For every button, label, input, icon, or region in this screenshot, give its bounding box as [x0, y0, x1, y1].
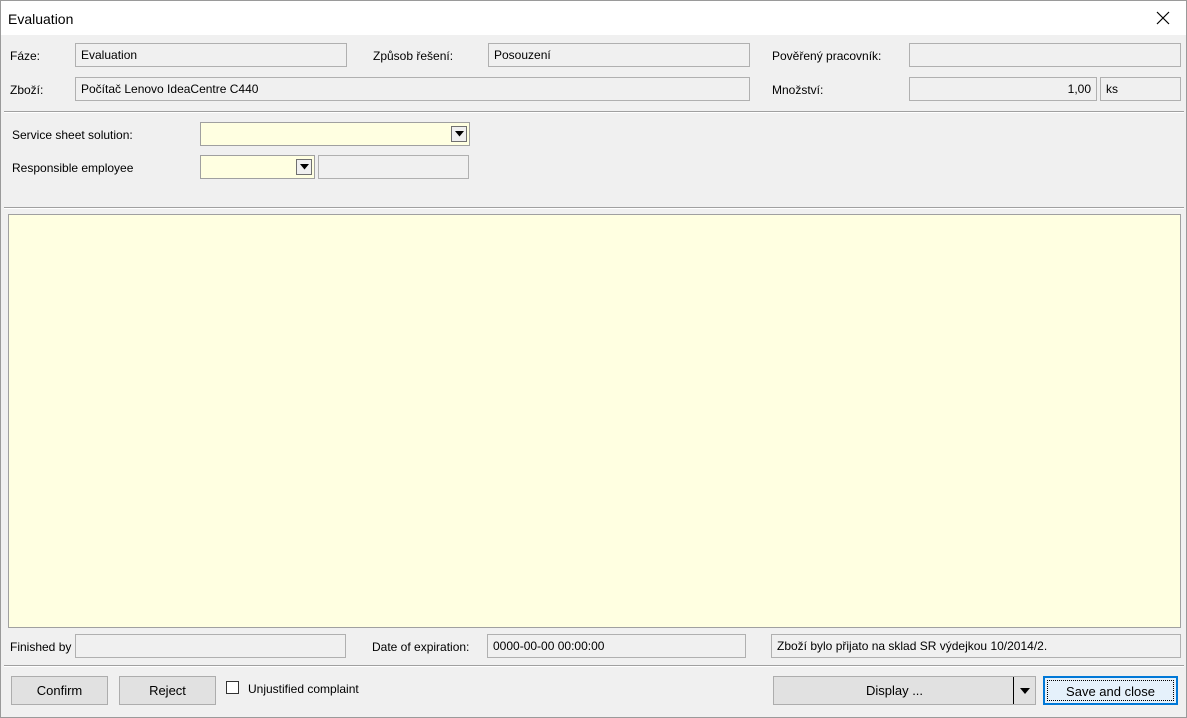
phase-label: Fáze:: [10, 49, 41, 63]
goods-field: Počítač Lenovo IdeaCentre C440: [75, 77, 750, 101]
phase-field: Evaluation: [75, 43, 347, 67]
unjustified-complaint-label[interactable]: Unjustified complaint: [248, 682, 359, 696]
separator: [4, 111, 1184, 113]
expiration-label: Date of expiration:: [372, 640, 470, 654]
quantity-field: 1,00: [909, 77, 1097, 101]
solution-dropdown-button[interactable]: [451, 126, 467, 142]
display-dropdown-arrow[interactable]: [1013, 677, 1035, 704]
quantity-label: Množství:: [772, 83, 824, 97]
assigned-worker-field: [909, 43, 1181, 67]
close-icon: [1156, 11, 1170, 25]
title-bar: Evaluation: [1, 1, 1186, 35]
chevron-down-icon: [300, 164, 309, 170]
window-title: Evaluation: [8, 11, 74, 27]
employee-label: Responsible employee: [12, 161, 134, 175]
notes-textarea[interactable]: [8, 214, 1181, 628]
assigned-worker-label: Pověřený pracovník:: [772, 49, 882, 63]
finished-by-label: Finished by: [10, 640, 72, 654]
display-button-label: Display ...: [865, 683, 924, 698]
unjustified-complaint-checkbox[interactable]: [226, 681, 239, 694]
employee-combo[interactable]: [200, 155, 315, 179]
finished-by-field: [75, 634, 346, 658]
save-and-close-label: Save and close: [1047, 680, 1174, 701]
confirm-button[interactable]: Confirm: [11, 676, 108, 705]
employee-dropdown-button[interactable]: [296, 159, 312, 175]
solution-combo[interactable]: [200, 122, 470, 146]
employee-name-field: [318, 155, 469, 179]
goods-label: Zboží:: [10, 83, 44, 97]
unit-field: ks: [1100, 77, 1181, 101]
evaluation-window: Evaluation Fáze: Evaluation Způsob řešen…: [0, 0, 1187, 718]
expiration-field: 0000-00-00 00:00:00: [487, 634, 746, 658]
chevron-down-icon: [1020, 688, 1030, 694]
reject-button[interactable]: Reject: [119, 676, 216, 705]
close-button[interactable]: [1140, 1, 1186, 35]
solution-method-label: Způsob řešení:: [373, 49, 454, 63]
chevron-down-icon: [455, 131, 464, 137]
solution-method-field: Posouzení: [488, 43, 750, 67]
display-split-button[interactable]: Display ...: [773, 676, 1036, 705]
solution-label: Service sheet solution:: [12, 128, 133, 142]
separator: [4, 207, 1184, 209]
separator: [4, 665, 1184, 667]
save-and-close-button[interactable]: Save and close: [1043, 676, 1178, 705]
status-message-field: Zboží bylo přijato na sklad SR výdejkou …: [771, 634, 1181, 658]
